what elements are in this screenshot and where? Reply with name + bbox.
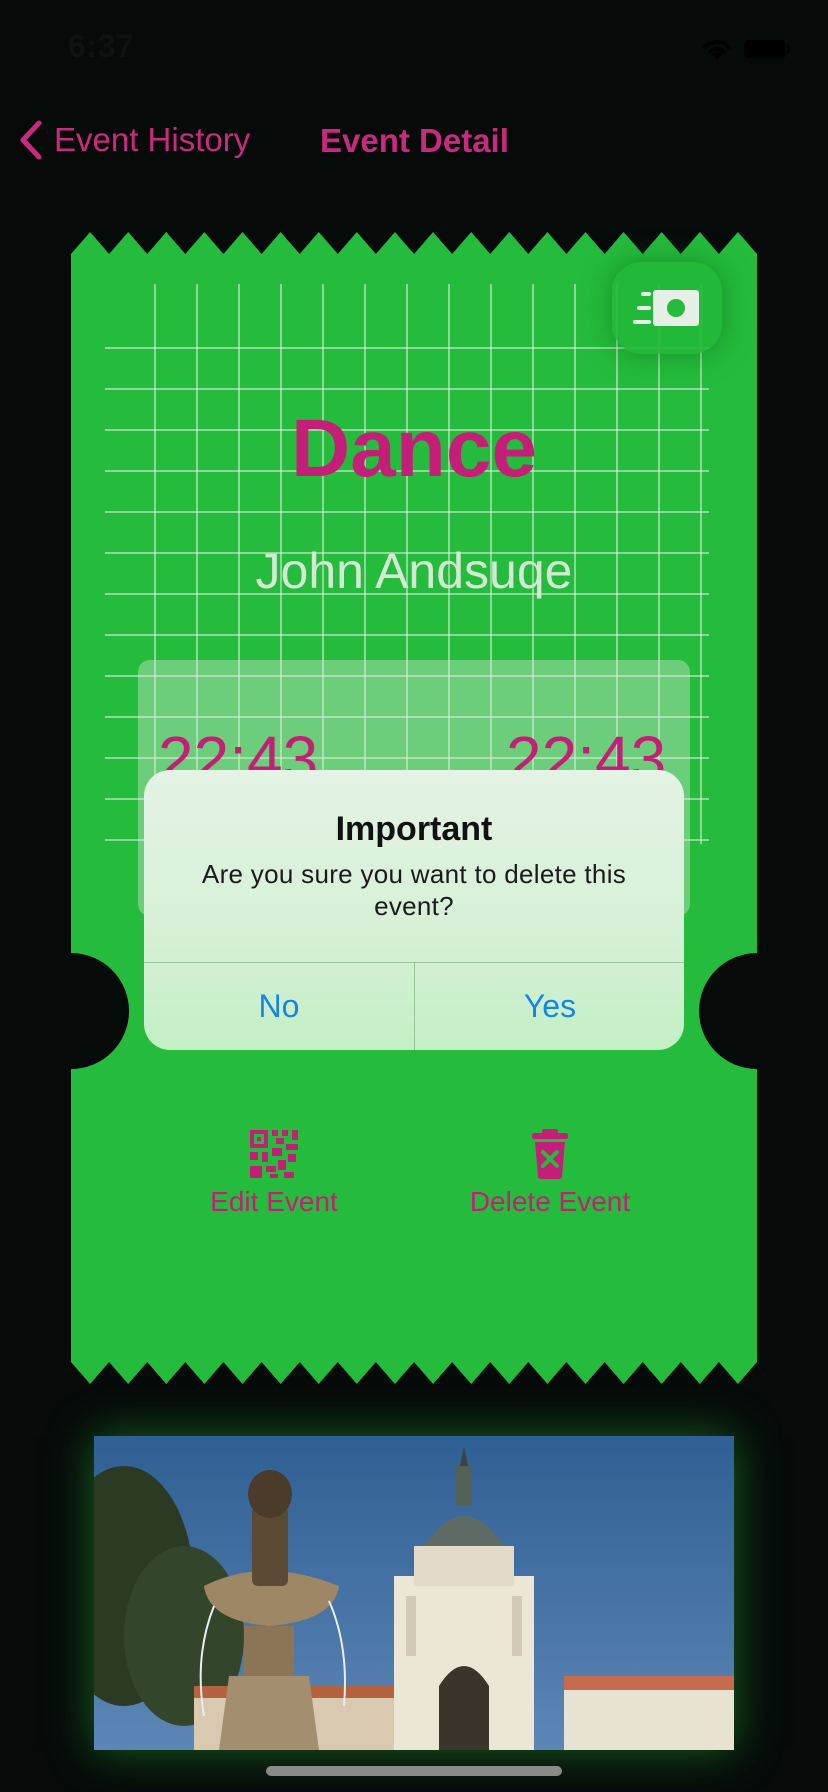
delete-confirm-dialog: Important Are you sure you want to delet… [144, 770, 684, 1050]
battery-icon [744, 40, 786, 58]
event-person: John Andsuqe [255, 543, 573, 599]
back-button-label: Event History [54, 121, 251, 158]
yes-button[interactable]: Yes [415, 963, 684, 1050]
event-title: Dance [290, 403, 538, 494]
edit-event-label: Edit Event [210, 1186, 338, 1217]
qr-code-icon [250, 1130, 298, 1178]
trash-icon [532, 1129, 568, 1179]
delete-event-button[interactable]: Delete Event [440, 1128, 660, 1218]
status-time: 6:37 [68, 28, 135, 64]
chevron-left-icon [20, 120, 42, 160]
money-bill-icon [633, 290, 699, 326]
dialog-message: Are you sure you want to delete this eve… [201, 859, 627, 921]
money-bill-button[interactable] [612, 262, 722, 354]
home-indicator [266, 1766, 562, 1776]
event-photo [94, 1436, 734, 1750]
delete-event-label: Delete Event [469, 1186, 631, 1217]
back-button[interactable]: Event History [18, 118, 250, 162]
no-button[interactable]: No [144, 963, 414, 1050]
dialog-title: Important [335, 810, 493, 848]
page-title: Event Detail [320, 122, 509, 159]
wifi-icon [703, 40, 731, 60]
battery-tip [787, 45, 790, 53]
edit-event-button[interactable]: Edit Event [164, 1128, 384, 1218]
